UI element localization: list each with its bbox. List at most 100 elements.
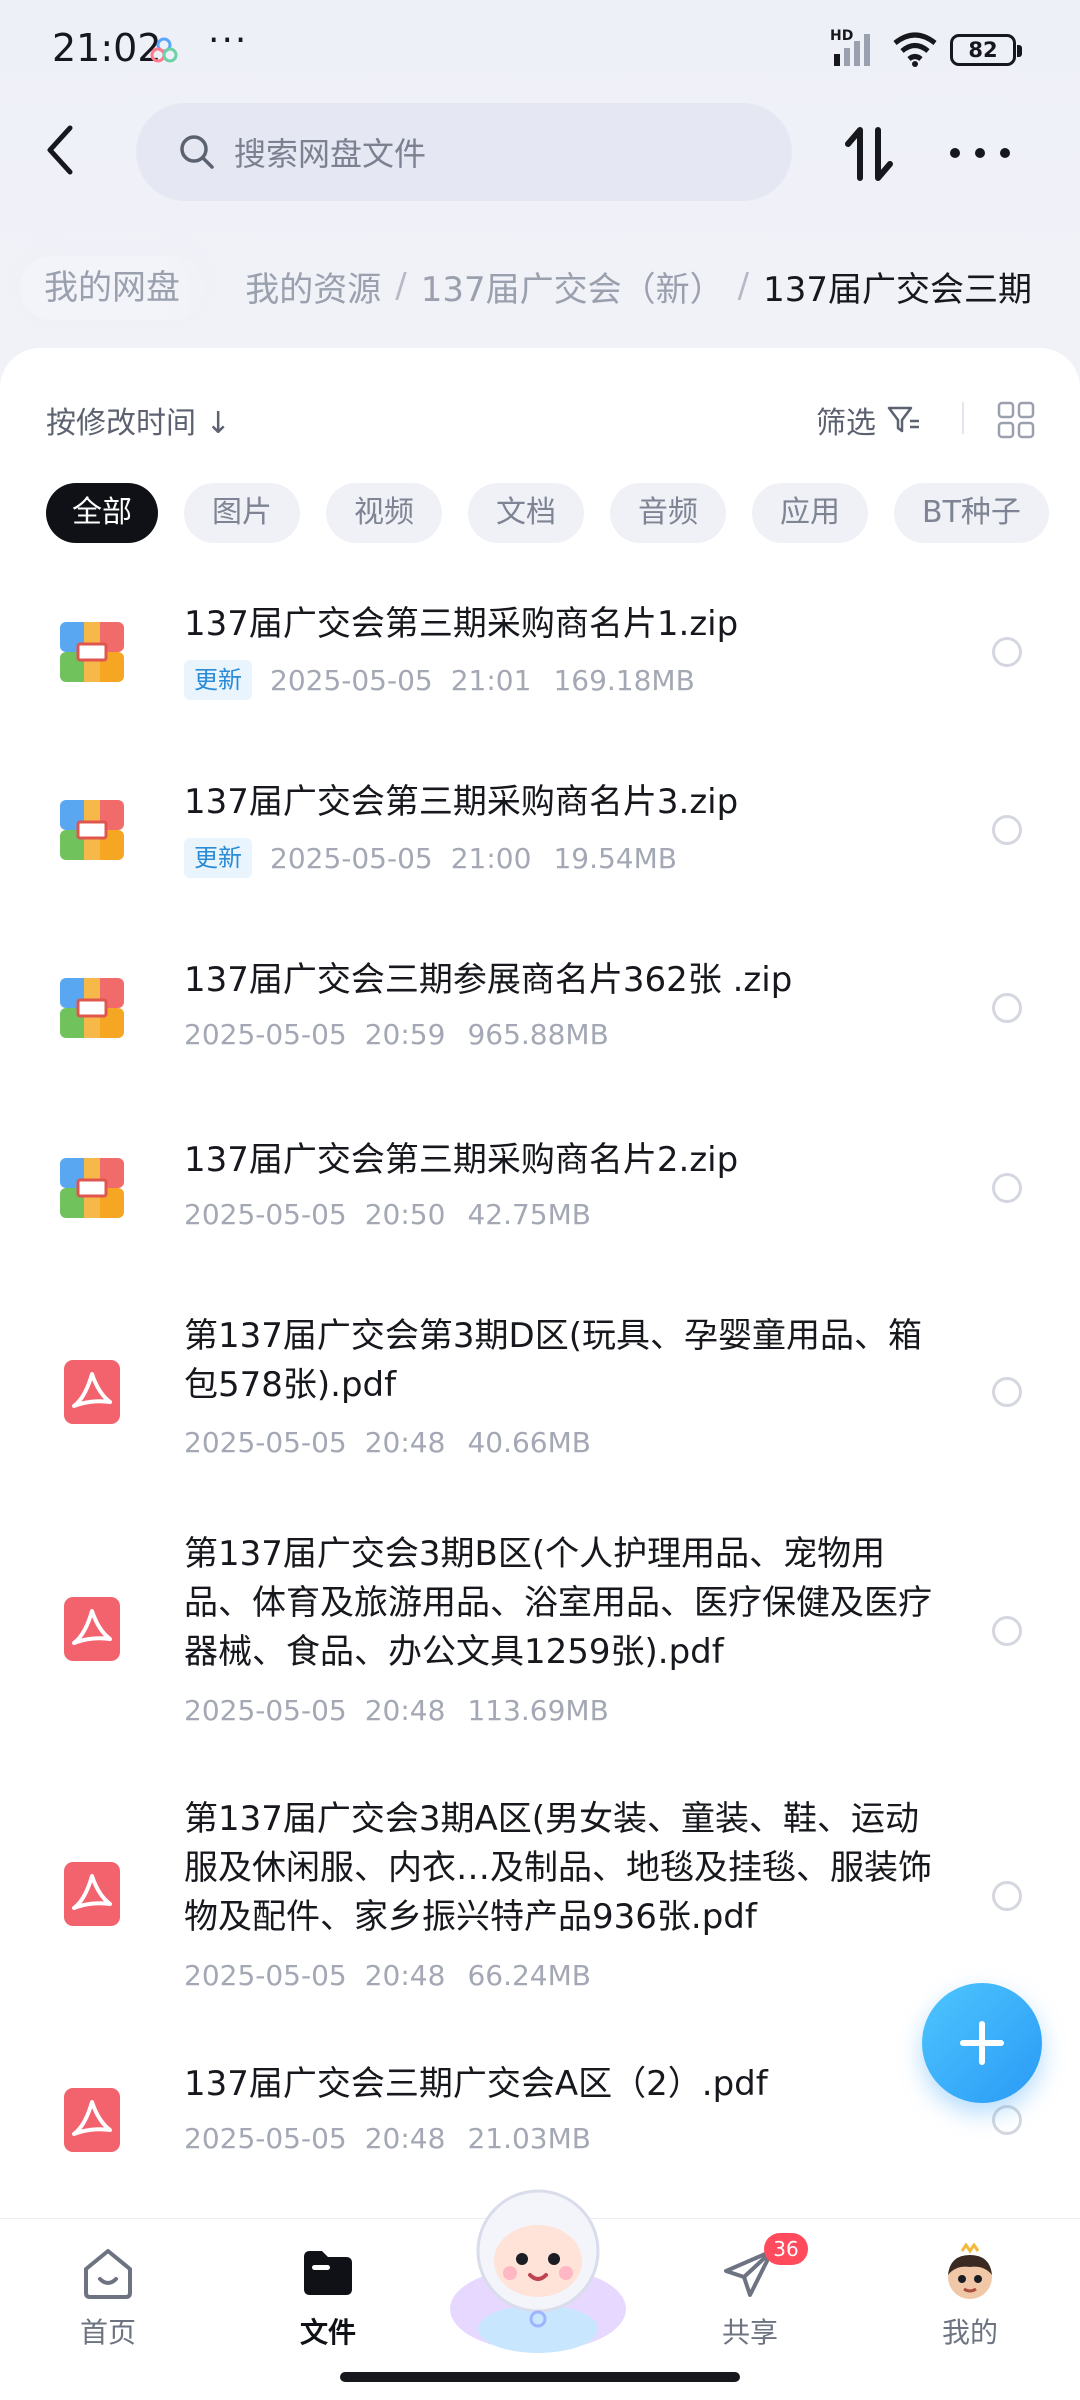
select-checkbox[interactable] bbox=[992, 993, 1022, 1023]
file-date: 2025-05-05 bbox=[184, 1694, 347, 1727]
select-checkbox[interactable] bbox=[992, 1377, 1022, 1407]
file-name: 137届广交会三期广交会A区（2）.pdf bbox=[184, 2064, 768, 2104]
tab-videos[interactable]: 视频 bbox=[326, 483, 442, 543]
chevron-left-icon bbox=[47, 125, 73, 175]
home-icon bbox=[84, 2249, 132, 2299]
signal-icon bbox=[834, 34, 870, 66]
wifi-icon bbox=[893, 32, 937, 67]
add-button[interactable] bbox=[922, 1983, 1042, 2103]
file-time: 21:01 bbox=[450, 663, 532, 697]
file-time: 20:48 bbox=[364, 1426, 446, 1459]
category-tabs: 全部 图片 视频 文档 音频 应用 BT种子 bbox=[46, 483, 1075, 543]
file-meta: 更新 2025-05-05 21:00 19.54MB bbox=[184, 838, 677, 878]
breadcrumb-item[interactable]: 137届广交会（新） bbox=[421, 262, 724, 311]
nav-label: 文件 bbox=[299, 2316, 356, 2349]
nav-profile[interactable]: 我的 bbox=[910, 2243, 1030, 2351]
nav-label: 共享 bbox=[721, 2316, 778, 2349]
back-button[interactable] bbox=[30, 118, 90, 182]
file-time: 20:48 bbox=[364, 2122, 446, 2155]
tab-documents[interactable]: 文档 bbox=[468, 483, 584, 543]
file-date: 2025-05-05 bbox=[184, 1426, 347, 1459]
select-checkbox[interactable] bbox=[992, 2105, 1022, 2135]
file-size: 169.18MB bbox=[553, 663, 695, 697]
select-checkbox[interactable] bbox=[992, 637, 1022, 667]
nav-label: 首页 bbox=[79, 2316, 136, 2349]
search-placeholder: 搜索网盘文件 bbox=[234, 135, 427, 173]
file-time: 20:59 bbox=[364, 1018, 446, 1051]
file-date: 2025-05-05 bbox=[184, 1018, 347, 1051]
file-date: 2025-05-05 bbox=[270, 841, 433, 875]
file-size: 42.75MB bbox=[467, 1198, 591, 1231]
file-meta: 2025-05-05 20:59 965.88MB bbox=[184, 1018, 609, 1051]
cloud-app-icon bbox=[150, 37, 178, 63]
file-meta: 2025-05-05 20:48 113.69MB bbox=[184, 1694, 609, 1727]
home-indicator[interactable] bbox=[340, 2372, 740, 2382]
updated-badge: 更新 bbox=[184, 838, 252, 878]
breadcrumb-separator: / bbox=[737, 266, 750, 306]
file-size: 965.88MB bbox=[467, 1018, 609, 1051]
file-row[interactable]: 137届广交会三期参展商名片362张 .zip 2025-05-05 20:59… bbox=[0, 938, 1080, 1088]
tab-all[interactable]: 全部 bbox=[46, 483, 158, 543]
file-date: 2025-05-05 bbox=[184, 1959, 347, 1992]
file-size: 19.54MB bbox=[553, 841, 677, 875]
file-row[interactable]: 137届广交会三期广交会A区（2）.pdf 2025-05-05 20:48 2… bbox=[0, 2050, 1080, 2200]
file-row[interactable]: 第137届广交会第3期D区(玩具、孕婴童用品、箱包578张).pdf 2025-… bbox=[0, 1300, 1080, 1490]
tab-images[interactable]: 图片 bbox=[184, 483, 300, 543]
breadcrumb-separator: / bbox=[395, 266, 407, 306]
file-date: 2025-05-05 bbox=[270, 663, 433, 697]
file-row[interactable]: 第137届广交会3期A区(男女装、童装、鞋、运动服及休闲服、内衣…及制品、地毯及… bbox=[0, 1785, 1080, 2005]
grid-view-icon[interactable] bbox=[996, 400, 1036, 440]
zip-file-icon bbox=[60, 622, 124, 682]
file-meta: 2025-05-05 20:48 40.66MB bbox=[184, 1426, 591, 1459]
mascot-icon[interactable] bbox=[446, 2179, 630, 2359]
tab-audio[interactable]: 音频 bbox=[610, 483, 726, 543]
select-checkbox[interactable] bbox=[992, 1616, 1022, 1646]
more-horizontal-icon[interactable] bbox=[950, 135, 1010, 171]
select-checkbox[interactable] bbox=[992, 815, 1022, 845]
nav-files[interactable]: 文件 bbox=[268, 2243, 388, 2351]
tab-apps[interactable]: 应用 bbox=[752, 483, 868, 543]
breadcrumb-current: 137届广交会三期 bbox=[763, 269, 1032, 310]
status-overflow-dots: ··· bbox=[208, 20, 249, 61]
file-name: 137届广交会第三期采购商名片2.zip bbox=[184, 1140, 739, 1180]
toolbar-divider bbox=[962, 402, 964, 434]
avatar-icon bbox=[948, 2243, 992, 2299]
zip-file-icon bbox=[60, 978, 124, 1038]
file-row[interactable]: 137届广交会第三期采购商名片1.zip 更新 2025-05-05 21:01… bbox=[0, 582, 1080, 732]
updated-badge: 更新 bbox=[184, 660, 252, 700]
battery-icon: 82 bbox=[950, 34, 1022, 66]
status-time: 21:02 bbox=[52, 26, 162, 70]
share-count-badge: 36 bbox=[764, 2233, 808, 2265]
file-time: 20:48 bbox=[364, 1694, 446, 1727]
select-checkbox[interactable] bbox=[992, 1173, 1022, 1203]
breadcrumb-item[interactable]: 我的资源 bbox=[245, 262, 381, 311]
filter-label: 筛选 bbox=[816, 406, 876, 441]
file-size: 40.66MB bbox=[467, 1426, 591, 1459]
zip-file-icon bbox=[60, 1158, 124, 1218]
file-name: 137届广交会第三期采购商名片3.zip bbox=[184, 782, 739, 822]
file-name: 137届广交会第三期采购商名片1.zip bbox=[184, 604, 739, 644]
sort-by-modified-button[interactable]: 按修改时间 ↓ bbox=[46, 398, 231, 442]
filter-button[interactable]: 筛选 bbox=[816, 398, 922, 442]
file-meta: 2025-05-05 20:48 66.24MB bbox=[184, 1959, 591, 1992]
select-checkbox[interactable] bbox=[992, 1881, 1022, 1911]
pdf-file-icon bbox=[64, 1862, 120, 1926]
zip-file-icon bbox=[60, 800, 124, 860]
tab-bt-seeds[interactable]: BT种子 bbox=[894, 483, 1049, 543]
file-row[interactable]: 137届广交会第三期采购商名片2.zip 2025-05-05 20:50 42… bbox=[0, 1118, 1080, 1268]
file-row[interactable]: 137届广交会第三期采购商名片3.zip 更新 2025-05-05 21:00… bbox=[0, 760, 1080, 910]
file-time: 20:50 bbox=[364, 1198, 446, 1231]
file-time: 21:00 bbox=[450, 841, 532, 875]
sort-arrows-icon[interactable] bbox=[840, 122, 900, 186]
file-meta: 2025-05-05 20:50 42.75MB bbox=[184, 1198, 591, 1231]
file-size: 21.03MB bbox=[467, 2122, 591, 2155]
file-size: 66.24MB bbox=[467, 1959, 591, 1992]
pdf-file-icon bbox=[64, 1597, 120, 1661]
file-row[interactable]: 第137届广交会3期B区(个人护理用品、宠物用品、体育及旅游用品、浴室用品、医疗… bbox=[0, 1520, 1080, 1740]
nav-home[interactable]: 首页 bbox=[48, 2243, 168, 2351]
file-time: 20:48 bbox=[364, 1959, 446, 1992]
search-input[interactable]: 搜索网盘文件 bbox=[136, 103, 792, 201]
file-meta: 2025-05-05 20:48 21.03MB bbox=[184, 2122, 591, 2155]
breadcrumb-root[interactable]: 我的网盘 bbox=[20, 256, 204, 320]
nav-share[interactable]: 36 共享 bbox=[690, 2233, 810, 2351]
